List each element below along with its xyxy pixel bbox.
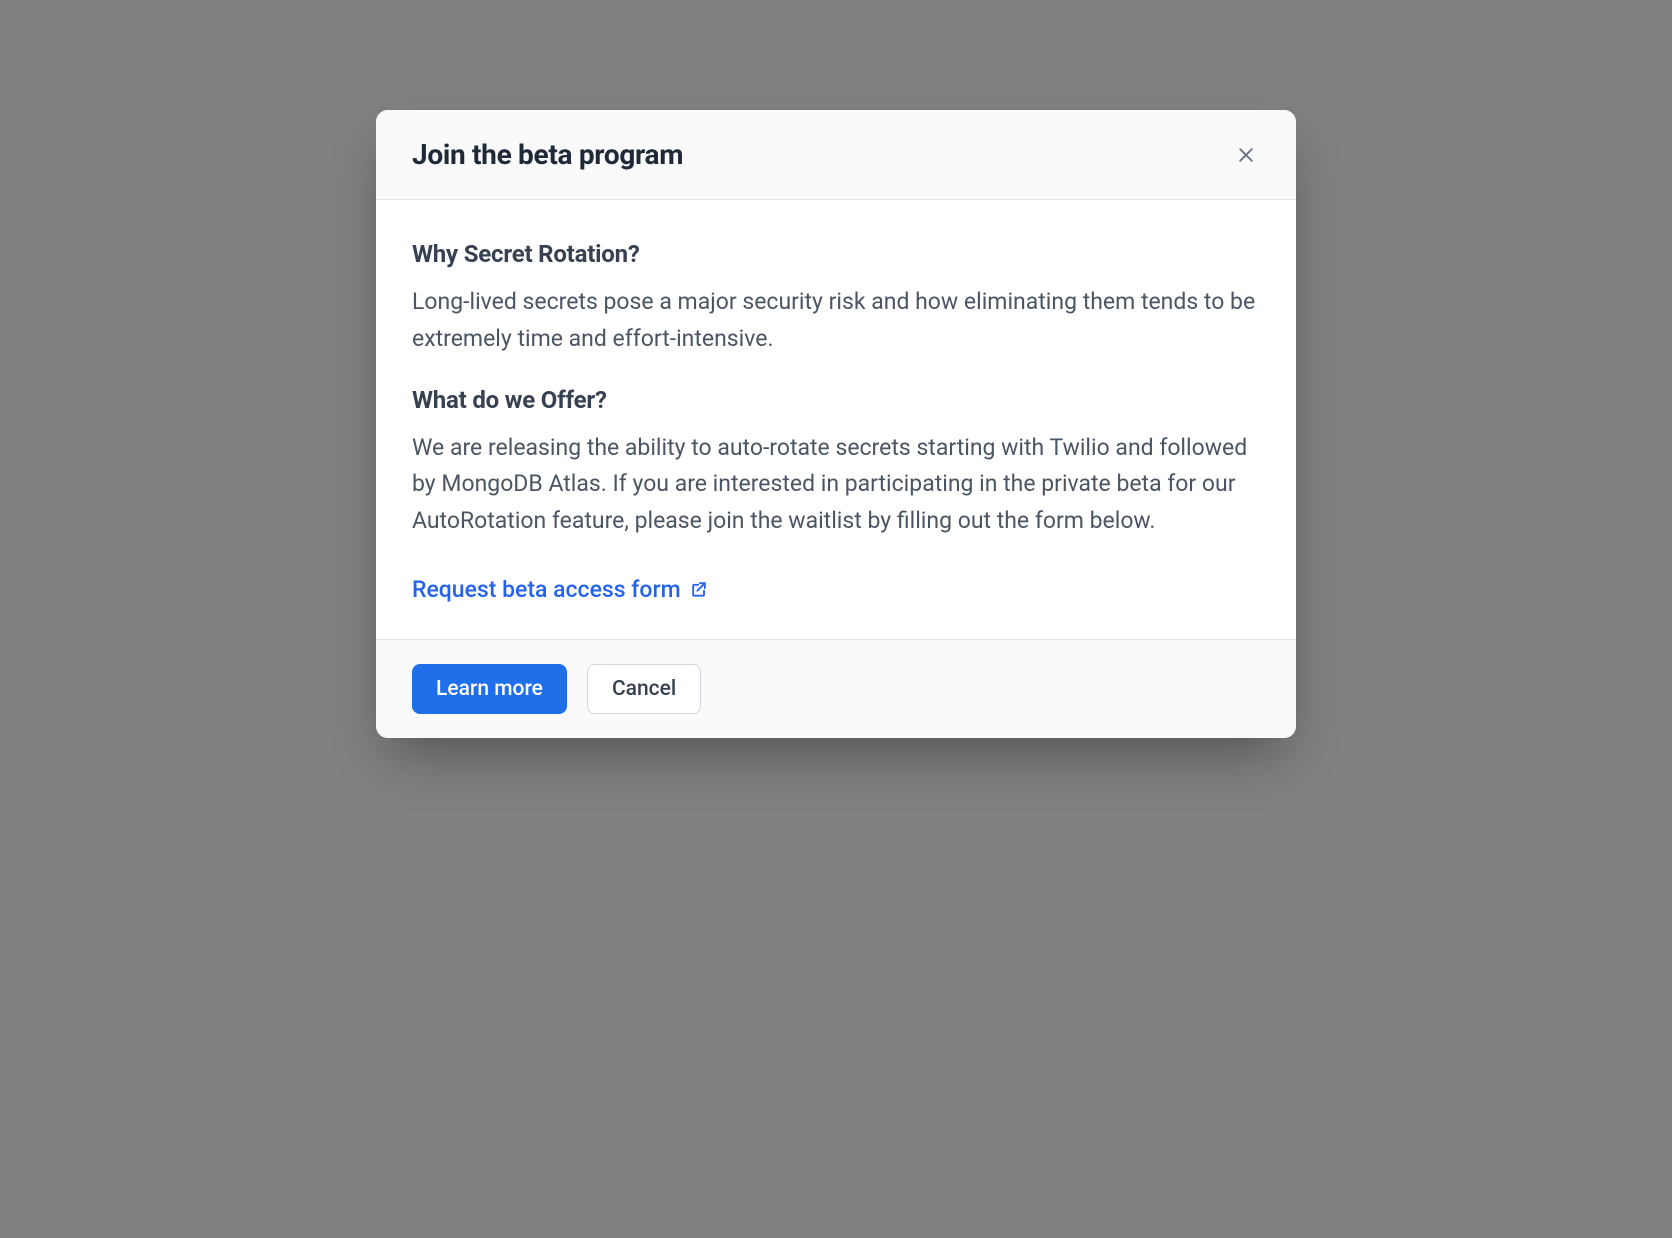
learn-more-button[interactable]: Learn more xyxy=(412,664,567,714)
beta-link-label: Request beta access form xyxy=(412,576,681,603)
modal-footer: Learn more Cancel xyxy=(376,639,1296,738)
close-icon xyxy=(1236,145,1256,165)
body-text-offer: We are releasing the ability to auto-rot… xyxy=(412,430,1260,540)
body-text-why: Long-lived secrets pose a major security… xyxy=(412,284,1260,358)
section-heading-why: Why Secret Rotation? xyxy=(412,240,1260,268)
cancel-button[interactable]: Cancel xyxy=(587,664,701,714)
modal-header: Join the beta program xyxy=(376,110,1296,200)
modal-title: Join the beta program xyxy=(412,138,683,171)
modal-body: Why Secret Rotation? Long-lived secrets … xyxy=(376,200,1296,639)
request-beta-access-link[interactable]: Request beta access form xyxy=(412,576,709,603)
external-link-icon xyxy=(689,579,709,599)
close-button[interactable] xyxy=(1232,141,1260,169)
beta-program-modal: Join the beta program Why Secret Rotatio… xyxy=(376,110,1296,738)
section-heading-offer: What do we Offer? xyxy=(412,386,1260,414)
